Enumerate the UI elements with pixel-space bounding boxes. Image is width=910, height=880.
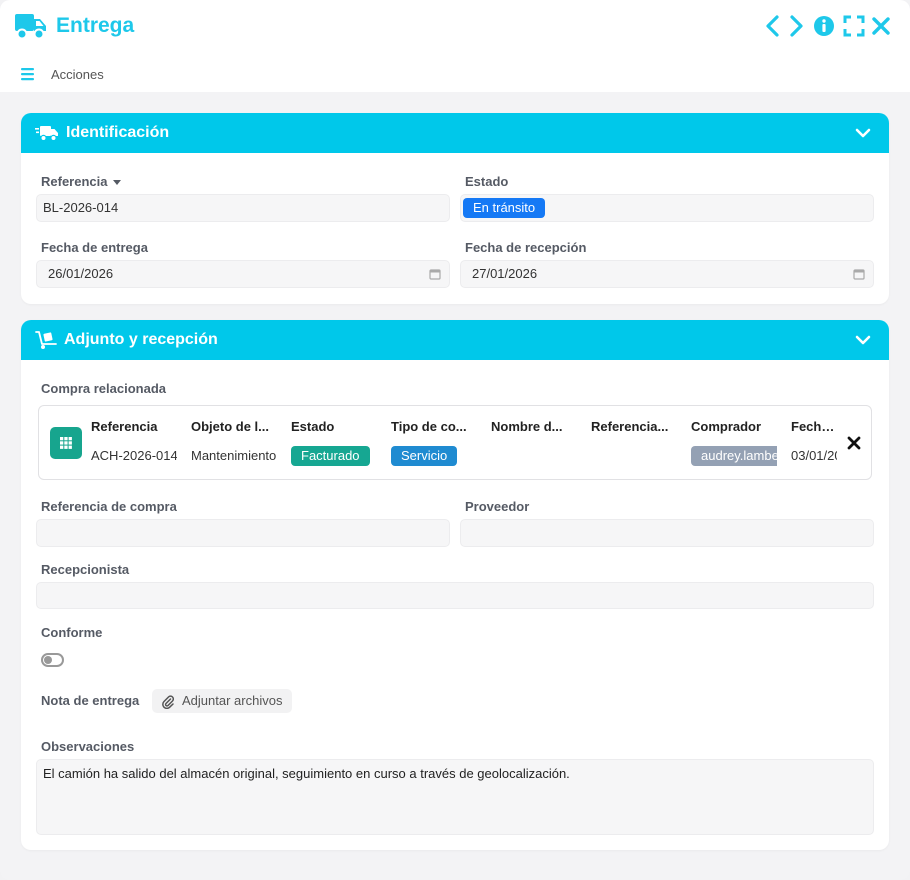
close-icon — [872, 17, 890, 35]
compra-col-referencia-2: Referencia... — [591, 419, 683, 466]
paperclip-icon — [162, 695, 175, 709]
grid-icon — [50, 427, 82, 459]
proveedor-field[interactable] — [460, 519, 874, 547]
compra-col-referencia: Referencia ACH-2026-014 — [91, 419, 177, 466]
column-header: Nombre d... — [491, 419, 563, 434]
remove-icon[interactable] — [847, 436, 861, 450]
cell-value: 03/01/2026 — [791, 448, 837, 463]
adjunto-header[interactable]: Adjunto y recepción — [21, 320, 889, 360]
estado-field[interactable]: En tránsito — [460, 194, 874, 222]
column-header: Tipo de co... — [391, 419, 467, 434]
fecha-entrega-field[interactable]: 26/01/2026 — [36, 260, 450, 288]
identificacion-panel: Identificación Referencia BL-2026-014 Es… — [21, 113, 889, 304]
referencia-label-text: Referencia — [41, 174, 108, 189]
attach-files-label: Adjuntar archivos — [182, 693, 283, 708]
compra-relacionada-card[interactable]: Referencia ACH-2026-014 Objeto de l... M… — [38, 405, 872, 480]
compra-col-fecha: Fecha de 03/01/2026 — [791, 419, 837, 466]
referencia-field[interactable]: BL-2026-014 — [36, 194, 450, 222]
calendar-icon[interactable] — [429, 268, 441, 280]
cell-value — [491, 446, 583, 466]
fecha-entrega-label: Fecha de entrega — [41, 240, 148, 255]
referencia-compra-label: Referencia de compra — [41, 499, 177, 514]
recepcionista-label: Recepcionista — [41, 562, 130, 577]
entrega-window: Entrega Acciones Identificación Referenc… — [0, 0, 910, 880]
column-header: Objeto de l... — [191, 419, 270, 434]
observaciones-value: El camión ha salido del almacén original… — [43, 766, 570, 781]
compra-relacionada-label: Compra relacionada — [41, 381, 166, 396]
recepcionista-field[interactable] — [36, 582, 874, 609]
identificacion-title: Identificación — [66, 124, 170, 141]
compra-col-comprador: Comprador audrey.lambert — [691, 419, 777, 466]
cell-value: Mantenimiento — [191, 448, 277, 463]
next-button[interactable] — [786, 14, 808, 38]
column-header: Estado — [291, 419, 335, 434]
observaciones-textarea[interactable]: El camión ha salido del almacén original… — [36, 759, 874, 835]
chevron-down-icon[interactable] — [855, 126, 871, 140]
compra-col-objeto: Objeto de l... Mantenimiento — [191, 419, 277, 466]
chevron-down-icon[interactable] — [855, 333, 871, 347]
cell-value: ACH-2026-014 — [91, 448, 177, 463]
estado-label: Estado — [465, 174, 509, 189]
chevron-right-icon — [790, 15, 803, 37]
column-header: Fecha de — [791, 419, 837, 434]
dolly-icon — [35, 331, 57, 349]
adjunto-panel: Adjunto y recepción Compra relacionada R… — [21, 320, 889, 850]
hamburger-icon — [21, 68, 34, 81]
info-icon — [814, 16, 834, 36]
caret-down-icon — [113, 180, 122, 186]
compra-col-tipo: Tipo de co... Servicio — [391, 419, 483, 466]
title-bar: Entrega Acciones — [0, 0, 910, 92]
facturado-badge: Facturado — [291, 446, 370, 466]
conforme-label: Conforme — [41, 625, 103, 640]
actions-menu[interactable]: Acciones — [20, 64, 104, 84]
toggle-knob — [44, 656, 52, 664]
conforme-toggle[interactable] — [41, 653, 64, 667]
observaciones-label: Observaciones — [41, 739, 135, 754]
calendar-icon[interactable] — [853, 268, 865, 280]
referencia-label[interactable]: Referencia — [41, 174, 122, 189]
referencia-compra-field[interactable] — [36, 519, 450, 547]
page-title: Entrega — [56, 14, 135, 37]
info-button[interactable] — [813, 14, 835, 38]
compra-col-nombre: Nombre d... — [491, 419, 583, 466]
previous-button[interactable] — [763, 14, 785, 38]
referencia-value: BL-2026-014 — [43, 200, 119, 215]
column-header: Referencia — [91, 419, 158, 434]
proveedor-label: Proveedor — [465, 499, 530, 514]
expand-icon — [843, 15, 865, 37]
truck-fast-icon — [35, 126, 58, 142]
fecha-recepcion-value: 27/01/2026 — [472, 266, 538, 281]
adjunto-title: Adjunto y recepción — [64, 331, 218, 348]
close-button[interactable] — [871, 14, 893, 38]
chevron-left-icon — [766, 15, 779, 37]
identificacion-header[interactable]: Identificación — [21, 113, 889, 153]
actions-menu-label: Acciones — [51, 66, 104, 82]
fecha-recepcion-field[interactable]: 27/01/2026 — [460, 260, 874, 288]
truck-icon — [15, 14, 46, 40]
comprador-badge: audrey.lambert — [691, 446, 777, 466]
cell-value — [591, 446, 683, 466]
estado-badge: En tránsito — [463, 198, 546, 218]
fecha-recepcion-label: Fecha de recepción — [465, 240, 587, 255]
servicio-badge: Servicio — [391, 446, 458, 466]
attach-files-button[interactable]: Adjuntar archivos — [152, 689, 293, 713]
column-header: Comprador — [691, 419, 762, 434]
column-header: Referencia... — [591, 419, 669, 434]
fullscreen-button[interactable] — [843, 14, 865, 38]
fecha-entrega-value: 26/01/2026 — [48, 266, 114, 281]
compra-col-estado: Estado Facturado — [291, 419, 383, 466]
nota-entrega-label: Nota de entrega — [41, 693, 140, 708]
